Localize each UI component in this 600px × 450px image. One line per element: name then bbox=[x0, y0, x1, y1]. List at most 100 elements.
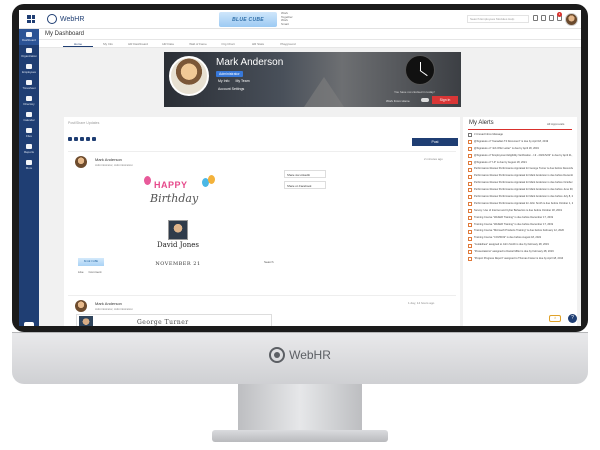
alert-text: @Signature of "Canadian T4 Document" is … bbox=[474, 139, 549, 143]
clock-icon[interactable] bbox=[533, 15, 538, 21]
alert-item[interactable]: "Guidelines" assigned to John Smith is d… bbox=[468, 243, 573, 248]
share-linkedin-button[interactable]: Share via LinkedIn bbox=[284, 170, 326, 178]
alert-item[interactable]: Training Course "Microsoft Products Trai… bbox=[468, 229, 573, 234]
post-reactions: Like Comment bbox=[78, 270, 102, 274]
alert-text: Performance Review Performance Appraisal… bbox=[474, 167, 573, 171]
alert-icon bbox=[468, 222, 472, 227]
alert-icon bbox=[468, 140, 472, 145]
post-time: 1 day, 14 hours ago bbox=[408, 301, 435, 305]
alerts-panel: My Alerts All Approvals 3 Unread Inbox M… bbox=[463, 117, 577, 326]
timer-icon[interactable]: ⏱ bbox=[549, 315, 561, 322]
alert-item[interactable]: @Signature of "Canadian T4 Document" is … bbox=[468, 139, 573, 145]
alert-text: 3 Unread Inbox Message bbox=[474, 133, 503, 136]
profile-links: My Info My Team bbox=[218, 79, 250, 83]
alert-text: @Signature of "Job Offer Letter" is due … bbox=[474, 146, 539, 150]
tab-home[interactable]: Home bbox=[63, 40, 93, 47]
alert-item[interactable]: Training Course "WebHR Training" is due … bbox=[468, 223, 573, 227]
alert-item[interactable]: 3 Unread Inbox Message bbox=[468, 133, 573, 138]
alert-item[interactable]: Performance Review Performance Appraisal… bbox=[468, 195, 573, 200]
inbox-icon[interactable] bbox=[541, 15, 546, 21]
alert-item[interactable]: Performance Review Performance Appraisal… bbox=[468, 202, 573, 207]
share-facebook-button[interactable]: Share on Facebook bbox=[284, 181, 326, 189]
profile-banner: Mark Anderson Administrator My Info My T… bbox=[164, 52, 461, 107]
post-author[interactable]: Mark Anderson bbox=[95, 157, 122, 162]
help-icon[interactable]: ? bbox=[568, 314, 577, 323]
tab-wall-of-fame[interactable]: Wall of Fame bbox=[183, 40, 213, 47]
post-search[interactable]: Search bbox=[264, 260, 274, 264]
alert-icon bbox=[468, 174, 472, 179]
alert-item[interactable]: @Signature of "I-9" is due by August 18,… bbox=[468, 161, 573, 165]
sidebar-item-more[interactable]: More bbox=[19, 157, 39, 173]
gear-icon bbox=[26, 48, 32, 53]
alert-item[interactable]: Performance Review Performance Appraisal… bbox=[468, 174, 573, 179]
alert-item[interactable]: Performance Review Performance Appraisal… bbox=[468, 188, 573, 193]
tab-my-info[interactable]: My Info bbox=[93, 40, 123, 47]
my-team-link[interactable]: My Team bbox=[235, 79, 249, 83]
alert-item[interactable]: Performance Review Performance Appraisal… bbox=[468, 181, 573, 186]
tab-org-chart[interactable]: Org Chart bbox=[213, 40, 243, 47]
my-info-link[interactable]: My Info bbox=[218, 79, 229, 83]
banner-road-image bbox=[304, 77, 344, 107]
alert-item[interactable]: "Presentations" assigned to Daniel Mille… bbox=[468, 250, 573, 255]
sidebar-item-employees[interactable]: Employees bbox=[19, 61, 39, 77]
alert-text: "Project Progress Report" assigned to Th… bbox=[474, 257, 564, 261]
tab-playground[interactable]: Playground bbox=[273, 40, 303, 47]
sidebar-item-label: Calendar bbox=[23, 118, 35, 122]
user-avatar[interactable] bbox=[565, 13, 578, 26]
avatar[interactable] bbox=[75, 300, 87, 312]
company-logo-small: BLUE CUBE bbox=[78, 258, 104, 266]
happy-text: HAPPY bbox=[154, 180, 188, 190]
tab-hr-stats[interactable]: HR Stats bbox=[243, 40, 273, 47]
clock-minute-hand bbox=[419, 70, 428, 77]
calendar-icon[interactable] bbox=[549, 15, 554, 21]
bar-chart-icon bbox=[26, 144, 32, 149]
alert-item[interactable]: @Signature of "Job Offer Letter" is due … bbox=[468, 146, 573, 152]
tab-hr-data[interactable]: HR Data bbox=[153, 40, 183, 47]
profile-avatar[interactable] bbox=[169, 56, 209, 96]
alert-list: 3 Unread Inbox Message @Signature of "Can… bbox=[468, 133, 573, 264]
sidebar-item-reports[interactable]: Reports bbox=[19, 141, 39, 157]
alert-item[interactable]: "Project Progress Report" assigned to Th… bbox=[468, 257, 573, 262]
happy-word: HAPPY bbox=[154, 180, 188, 190]
account-settings-link[interactable]: Account Settings bbox=[218, 87, 244, 91]
alert-item[interactable]: @Signature of "Employment Eligibility Ve… bbox=[468, 154, 573, 158]
sidebar-item-calendar[interactable]: Calendar bbox=[19, 109, 39, 125]
alert-item[interactable]: Training Course "COVID19" is due before … bbox=[468, 236, 573, 241]
sidebar-item-label: Files bbox=[26, 134, 32, 138]
tab-hr-dashboard[interactable]: HR Dashboard bbox=[123, 40, 153, 47]
people-icon bbox=[26, 64, 32, 69]
sidebar-item-label: Organization bbox=[21, 54, 37, 58]
apps-grid-icon[interactable] bbox=[27, 15, 35, 23]
chat-icon[interactable] bbox=[24, 322, 34, 326]
post-input[interactable]: Post/Share Updates bbox=[68, 121, 99, 125]
alert-icon bbox=[468, 188, 472, 193]
announcement-icon[interactable] bbox=[92, 137, 96, 141]
image-icon[interactable] bbox=[68, 137, 72, 141]
alert-text: Performance Review Performance Appraisal… bbox=[474, 188, 573, 192]
sign-in-button[interactable]: Sign in bbox=[432, 96, 458, 104]
chin-brand: WebHR bbox=[12, 347, 588, 363]
sidebar-item-dashboard[interactable]: Dashboard bbox=[19, 29, 39, 45]
person-name: George Turner bbox=[137, 319, 189, 326]
sidebar-item-timesheet[interactable]: Timesheet bbox=[19, 77, 39, 93]
all-approvals-link[interactable]: All Approvals bbox=[547, 122, 564, 126]
search-input[interactable]: Search Employees Modules Help bbox=[467, 15, 529, 23]
app-brand[interactable]: WebHR bbox=[47, 14, 84, 24]
sidebar-item-directory[interactable]: Directory bbox=[19, 93, 39, 109]
post-author[interactable]: Mark Anderson bbox=[95, 301, 122, 306]
alert-icon bbox=[468, 250, 472, 255]
video-icon[interactable] bbox=[80, 137, 84, 141]
alert-item[interactable]: Performance Review Performance Appraisal… bbox=[468, 167, 573, 172]
avatar[interactable] bbox=[75, 156, 87, 168]
alert-item[interactable]: Survey: Use of Internet and Cyber Behavi… bbox=[468, 209, 573, 214]
work-from-home-toggle[interactable] bbox=[421, 98, 429, 102]
youtube-icon[interactable] bbox=[74, 137, 78, 141]
attachment-icon[interactable] bbox=[86, 137, 90, 141]
post-button[interactable]: Post bbox=[412, 138, 458, 146]
like-button[interactable]: Like bbox=[78, 270, 84, 274]
sidebar-item-organization[interactable]: Organization bbox=[19, 45, 39, 61]
comment-button[interactable]: Comment bbox=[89, 270, 102, 274]
alert-item[interactable]: Training Course "WebHR Training" is due … bbox=[468, 216, 573, 220]
sidebar-item-files[interactable]: Files bbox=[19, 125, 39, 141]
alert-text: Performance Review Performance Appraisal… bbox=[474, 181, 573, 185]
